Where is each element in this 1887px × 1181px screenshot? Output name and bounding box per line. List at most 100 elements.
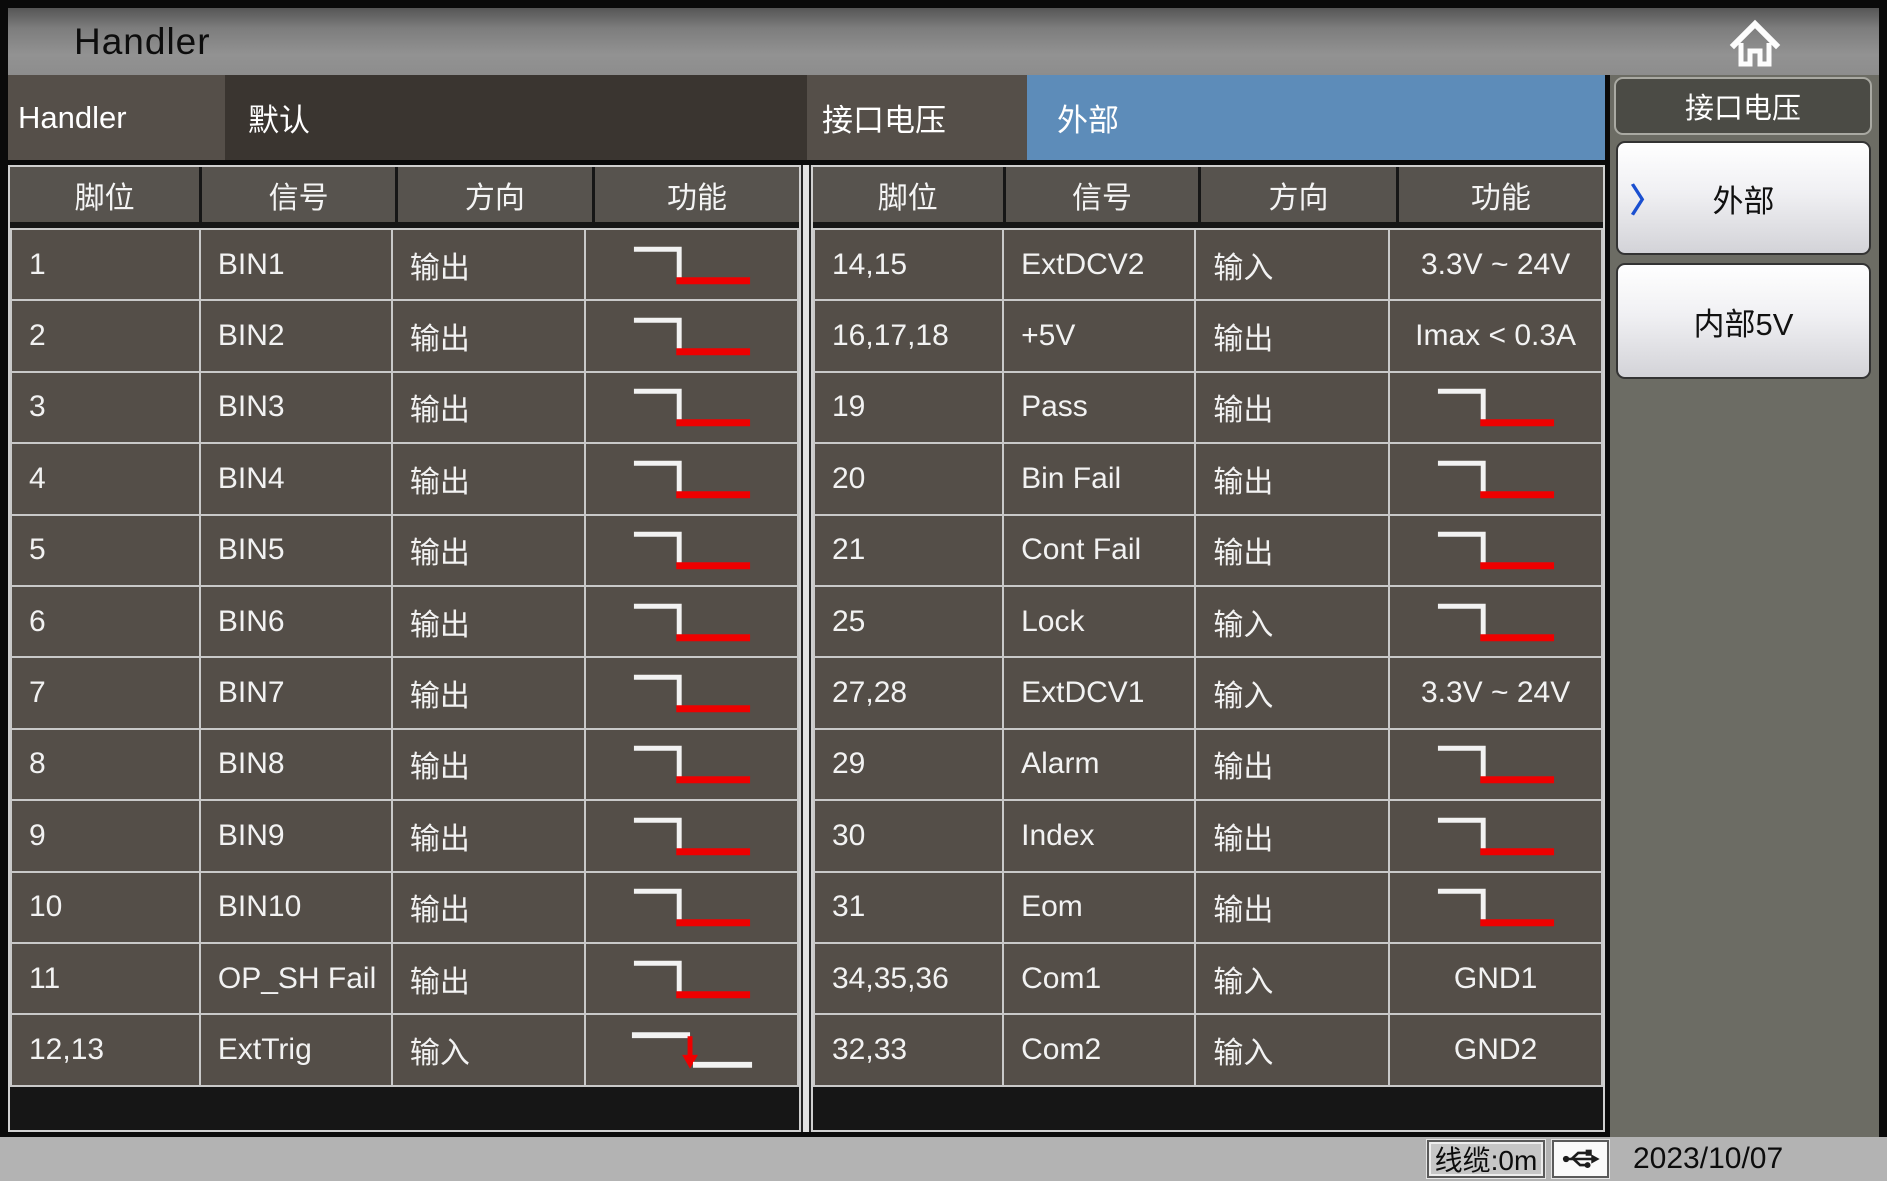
chevron-right-icon: 〉	[1630, 174, 1663, 222]
pin-cell: 32,33	[814, 1014, 1003, 1085]
usb-icon	[1559, 1145, 1603, 1173]
table-row: 7 BIN7 输出	[11, 657, 798, 728]
function-cell	[585, 943, 798, 1014]
table-row: 11 OP_SH Fail 输出	[11, 943, 798, 1014]
function-cell	[585, 800, 798, 871]
function-cell: Imax < 0.3A	[1389, 300, 1602, 371]
sidebar-header-interface-voltage: 接口电压	[1614, 77, 1872, 135]
cable-length-indicator: 线缆:0m	[1427, 1140, 1545, 1178]
pin-cell: 31	[814, 872, 1003, 943]
falling-edge-active-low-icon	[630, 956, 754, 1002]
function-cell: GND1	[1389, 943, 1602, 1014]
table-row: 12,13 ExtTrig 输入	[11, 1014, 798, 1085]
col-header-signal: 信号	[202, 167, 395, 222]
table-row: 20 Bin Fail 输出	[814, 443, 1602, 514]
function-cell	[1389, 443, 1602, 514]
pin-cell: 5	[11, 515, 200, 586]
signal-cell: Lock	[1003, 586, 1195, 657]
menu-item-external-selected[interactable]: 外部	[1027, 75, 1605, 160]
direction-cell: 输出	[1195, 372, 1389, 443]
falling-edge-active-low-icon	[630, 599, 754, 645]
home-icon	[1728, 17, 1782, 69]
menu-item-default[interactable]: 默认	[225, 75, 807, 160]
direction-cell: 输出	[392, 229, 586, 300]
table-row: 3 BIN3 输出	[11, 372, 798, 443]
falling-edge-active-low-icon	[1434, 599, 1558, 645]
falling-edge-active-low-icon	[1434, 456, 1558, 502]
table-row: 6 BIN6 输出	[11, 586, 798, 657]
table-row: 34,35,36 Com1 输入 GND1	[814, 943, 1602, 1014]
falling-edge-active-low-icon	[1434, 813, 1558, 859]
signal-cell: BIN10	[200, 872, 392, 943]
datetime: 2023/10/07 09:07:09	[1633, 1140, 1887, 1178]
direction-cell: 输出	[1195, 800, 1389, 871]
pin-cell: 6	[11, 586, 200, 657]
falling-edge-active-low-icon	[1434, 527, 1558, 573]
signal-cell: BIN7	[200, 657, 392, 728]
col-header-pin: 脚位	[10, 167, 199, 222]
signal-cell: +5V	[1003, 300, 1195, 371]
table-row: 21 Cont Fail 输出	[814, 515, 1602, 586]
pin-cell: 9	[11, 800, 200, 871]
pin-cell: 29	[814, 729, 1003, 800]
function-cell	[585, 657, 798, 728]
pin-cell: 8	[11, 729, 200, 800]
signal-cell: OP_SH Fail	[200, 943, 392, 1014]
table-row: 5 BIN5 输出	[11, 515, 798, 586]
page-title: Handler	[8, 21, 211, 63]
cable-length-label: 线缆:0m	[1435, 1139, 1538, 1179]
direction-cell: 输入	[1195, 586, 1389, 657]
table-row: 31 Eom 输出	[814, 872, 1602, 943]
falling-edge-active-low-icon	[1434, 384, 1558, 430]
function-cell	[585, 372, 798, 443]
signal-cell: BIN9	[200, 800, 392, 871]
pin-cell: 1	[11, 229, 200, 300]
falling-edge-active-low-icon	[630, 527, 754, 573]
function-cell: 3.3V ~ 24V	[1389, 657, 1602, 728]
pin-cell: 27,28	[814, 657, 1003, 728]
falling-edge-active-low-icon	[1434, 884, 1558, 930]
function-cell	[1389, 729, 1602, 800]
table-row: 14,15 ExtDCV2 输入 3.3V ~ 24V	[814, 229, 1602, 300]
internal-5v-button[interactable]: 内部5V	[1616, 263, 1871, 379]
direction-cell: 输出	[392, 729, 586, 800]
direction-cell: 输出	[392, 300, 586, 371]
pin-cell: 3	[11, 372, 200, 443]
signal-cell: Index	[1003, 800, 1195, 871]
function-cell	[585, 729, 798, 800]
direction-cell: 输出	[392, 443, 586, 514]
titlebar: Handler	[8, 8, 1879, 75]
direction-cell: 输入	[1195, 229, 1389, 300]
falling-edge-active-low-icon	[630, 741, 754, 787]
external-button[interactable]: 〉 外部	[1616, 141, 1871, 255]
home-button[interactable]	[1726, 16, 1784, 70]
function-cell	[1389, 515, 1602, 586]
menu-label-interface-voltage: 接口电压	[807, 75, 1027, 160]
signal-cell: ExtDCV2	[1003, 229, 1195, 300]
signal-cell: ExtDCV1	[1003, 657, 1195, 728]
pin-cell: 20	[814, 443, 1003, 514]
function-cell: GND2	[1389, 1014, 1602, 1085]
right-table-header: 脚位 信号 方向 功能	[813, 167, 1603, 222]
table-row: 2 BIN2 输出	[11, 300, 798, 371]
function-cell	[585, 229, 798, 300]
function-cell	[1389, 586, 1602, 657]
function-cell	[585, 586, 798, 657]
signal-cell: Com1	[1003, 943, 1195, 1014]
direction-cell: 输出	[392, 657, 586, 728]
function-cell: 3.3V ~ 24V	[1389, 229, 1602, 300]
pin-cell: 4	[11, 443, 200, 514]
external-button-label: 外部	[1713, 176, 1775, 221]
table-row: 32,33 Com2 输入 GND2	[814, 1014, 1602, 1085]
falling-edge-active-low-icon	[630, 670, 754, 716]
left-table-header: 脚位 信号 方向 功能	[10, 167, 799, 222]
col-header-pin: 脚位	[813, 167, 1003, 222]
menu-label-handler: Handler	[8, 75, 225, 160]
right-pin-table: 脚位 信号 方向 功能 14,15 ExtDCV2 输入 3.3V ~ 24V …	[811, 165, 1605, 1132]
col-header-function: 功能	[1399, 167, 1603, 222]
table-row: 4 BIN4 输出	[11, 443, 798, 514]
direction-cell: 输入	[392, 1014, 586, 1085]
signal-cell: Com2	[1003, 1014, 1195, 1085]
direction-cell: 输入	[1195, 943, 1389, 1014]
signal-cell: BIN5	[200, 515, 392, 586]
